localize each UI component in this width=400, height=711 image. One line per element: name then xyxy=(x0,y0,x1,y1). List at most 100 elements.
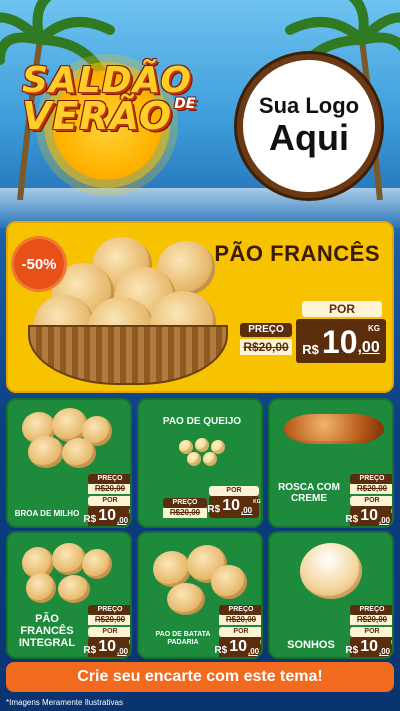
price-dec: ,00 xyxy=(357,339,380,356)
price-dec: ,00 xyxy=(116,516,129,525)
price-int: 10 xyxy=(222,497,240,514)
preco-label: PREÇO xyxy=(163,498,207,508)
cta-button[interactable]: Crie seu encarte com este tema! xyxy=(6,662,394,692)
title-line2: VERÃO xyxy=(22,94,173,139)
por-label: POR xyxy=(350,496,392,506)
header: SALDÃO VERÃO DE Sua Logo Aqui xyxy=(0,0,400,215)
currency: R$ xyxy=(345,514,359,525)
price-tag: PREÇOR$20,00PORR$10,00KG xyxy=(345,474,392,526)
featured-price-tag: POR PREÇO R$20,00 R$ 10 ,00 KG xyxy=(240,299,386,373)
new-price: R$ 10 ,00 KG xyxy=(296,319,386,363)
product-name: SONHOS xyxy=(287,639,335,651)
unit: KG xyxy=(129,509,130,515)
bread-item xyxy=(284,414,384,444)
old-price: R$20,00 xyxy=(350,615,392,625)
logo-placeholder: Sua Logo Aqui xyxy=(237,54,381,198)
bread-item xyxy=(82,549,112,579)
bread-item xyxy=(58,575,90,603)
price-dec: ,00 xyxy=(240,506,253,515)
product-name: PAO DE BATATA PADARIA xyxy=(155,631,211,646)
product-card[interactable]: SONHOSPREÇOR$20,00PORR$10,00KG xyxy=(268,531,394,659)
bread-item xyxy=(153,551,191,587)
product-name: ROSCA COM CREME xyxy=(278,482,340,504)
new-price: R$10,00KG xyxy=(207,496,261,518)
product-name: PÃO FRANCÊS INTEGRAL xyxy=(18,613,76,650)
product-card[interactable]: PAO DE QUEIJO PREÇO R$20,00 POR R$ 10,00 KG xyxy=(137,398,263,528)
new-price: R$10,00KG xyxy=(83,637,130,657)
currency: R$ xyxy=(214,645,228,656)
unit: KG xyxy=(129,640,130,646)
old-price: R$20,00 xyxy=(240,339,292,355)
price-int: 10 xyxy=(229,638,247,655)
logo-line2: Aqui xyxy=(269,117,349,158)
disclaimer: *Imagens Meramente Ilustrativas xyxy=(6,698,123,707)
price-int: 10 xyxy=(98,638,116,655)
unit: KG xyxy=(260,640,261,646)
bread-item xyxy=(211,565,247,599)
currency: R$ xyxy=(302,342,319,357)
price-tag: PREÇOR$20,00PORR$10,00KG xyxy=(214,605,261,657)
preco-label: PREÇO xyxy=(350,605,392,615)
product-card[interactable]: PAO DE BATATA PADARIA PREÇO R$20,00 POR R$ 10… xyxy=(137,531,263,659)
title-de: DE xyxy=(174,96,196,113)
price-tag: PREÇOR$20,00PORR$10,00KG xyxy=(163,486,261,518)
preco-label: PREÇO xyxy=(88,474,130,484)
product-card[interactable]: BROA DE MILHOPREÇOR$20,00PORR$10,00KG xyxy=(6,398,132,528)
currency: R$ xyxy=(345,645,359,656)
price-tag: PREÇOR$20,00PORR$10,00KG xyxy=(83,605,130,657)
unit: KG xyxy=(253,499,261,505)
logo-line1: Sua Logo xyxy=(258,93,360,118)
price-int: 10 xyxy=(98,507,116,524)
old-price: R$20,00 xyxy=(163,508,207,518)
price-dec: ,00 xyxy=(247,647,260,656)
price-int: 10 xyxy=(321,324,358,360)
product-name: PAO DE QUEIJO xyxy=(162,416,242,427)
old-price: R$20,00 xyxy=(219,615,261,625)
new-price: R$10,00KG xyxy=(214,637,261,657)
preco-label: PREÇO xyxy=(240,323,292,337)
bread-item xyxy=(300,543,362,599)
por-label: POR xyxy=(88,627,130,637)
unit: KG xyxy=(391,509,392,515)
price-dec: ,00 xyxy=(378,647,391,656)
product-card[interactable]: ROSCA COM CREMEPREÇOR$20,00PORR$10,00KG xyxy=(268,398,394,528)
unit: KG xyxy=(368,324,380,333)
bread-item xyxy=(195,438,209,452)
preco-label: PREÇO xyxy=(219,605,261,615)
currency: R$ xyxy=(83,514,97,525)
featured-name: PÃO FRANCÊS xyxy=(214,241,380,266)
price-int: 10 xyxy=(360,507,378,524)
new-price: R$10,00KG xyxy=(83,506,130,526)
bread-item xyxy=(52,543,86,575)
preco-label: PREÇO xyxy=(350,474,392,484)
por-label: POR xyxy=(219,627,261,637)
new-price: R$10,00KG xyxy=(345,637,392,657)
price-dec: ,00 xyxy=(378,516,391,525)
old-price: R$20,00 xyxy=(350,484,392,494)
currency: R$ xyxy=(83,645,97,656)
featured-product: -50% PÃO FRANCÊS POR PREÇO R$20,00 R$ 10… xyxy=(6,221,394,393)
new-price: R$10,00KG xyxy=(345,506,392,526)
price-tag: PREÇOR$20,00PORR$10,00KG xyxy=(345,605,392,657)
bread-item xyxy=(187,452,201,466)
price-tag: PREÇOR$20,00PORR$10,00KG xyxy=(83,474,130,526)
price-int: 10 xyxy=(360,638,378,655)
por-label: POR xyxy=(350,627,392,637)
bread-item xyxy=(26,573,56,603)
price-dec: ,00 xyxy=(116,647,129,656)
preco-label: PREÇO xyxy=(88,605,130,615)
product-name: BROA DE MILHO xyxy=(14,509,80,518)
old-price: R$20,00 xyxy=(88,615,130,625)
por-label: POR xyxy=(302,301,382,317)
product-card[interactable]: PÃO FRANCÊS INTEGRAL PREÇO R$20,00 POR R$ 10,… xyxy=(6,531,132,659)
discount-badge: -50% xyxy=(14,239,64,289)
bread-item xyxy=(62,438,96,468)
old-price: R$20,00 xyxy=(88,484,130,494)
bread-item xyxy=(28,436,64,468)
por-label: POR xyxy=(209,486,259,496)
por-label: POR xyxy=(88,496,130,506)
unit: KG xyxy=(391,640,392,646)
bread-item xyxy=(203,452,217,466)
old-price-group: PREÇO R$20,00 xyxy=(163,498,207,518)
currency: R$ xyxy=(207,504,221,515)
